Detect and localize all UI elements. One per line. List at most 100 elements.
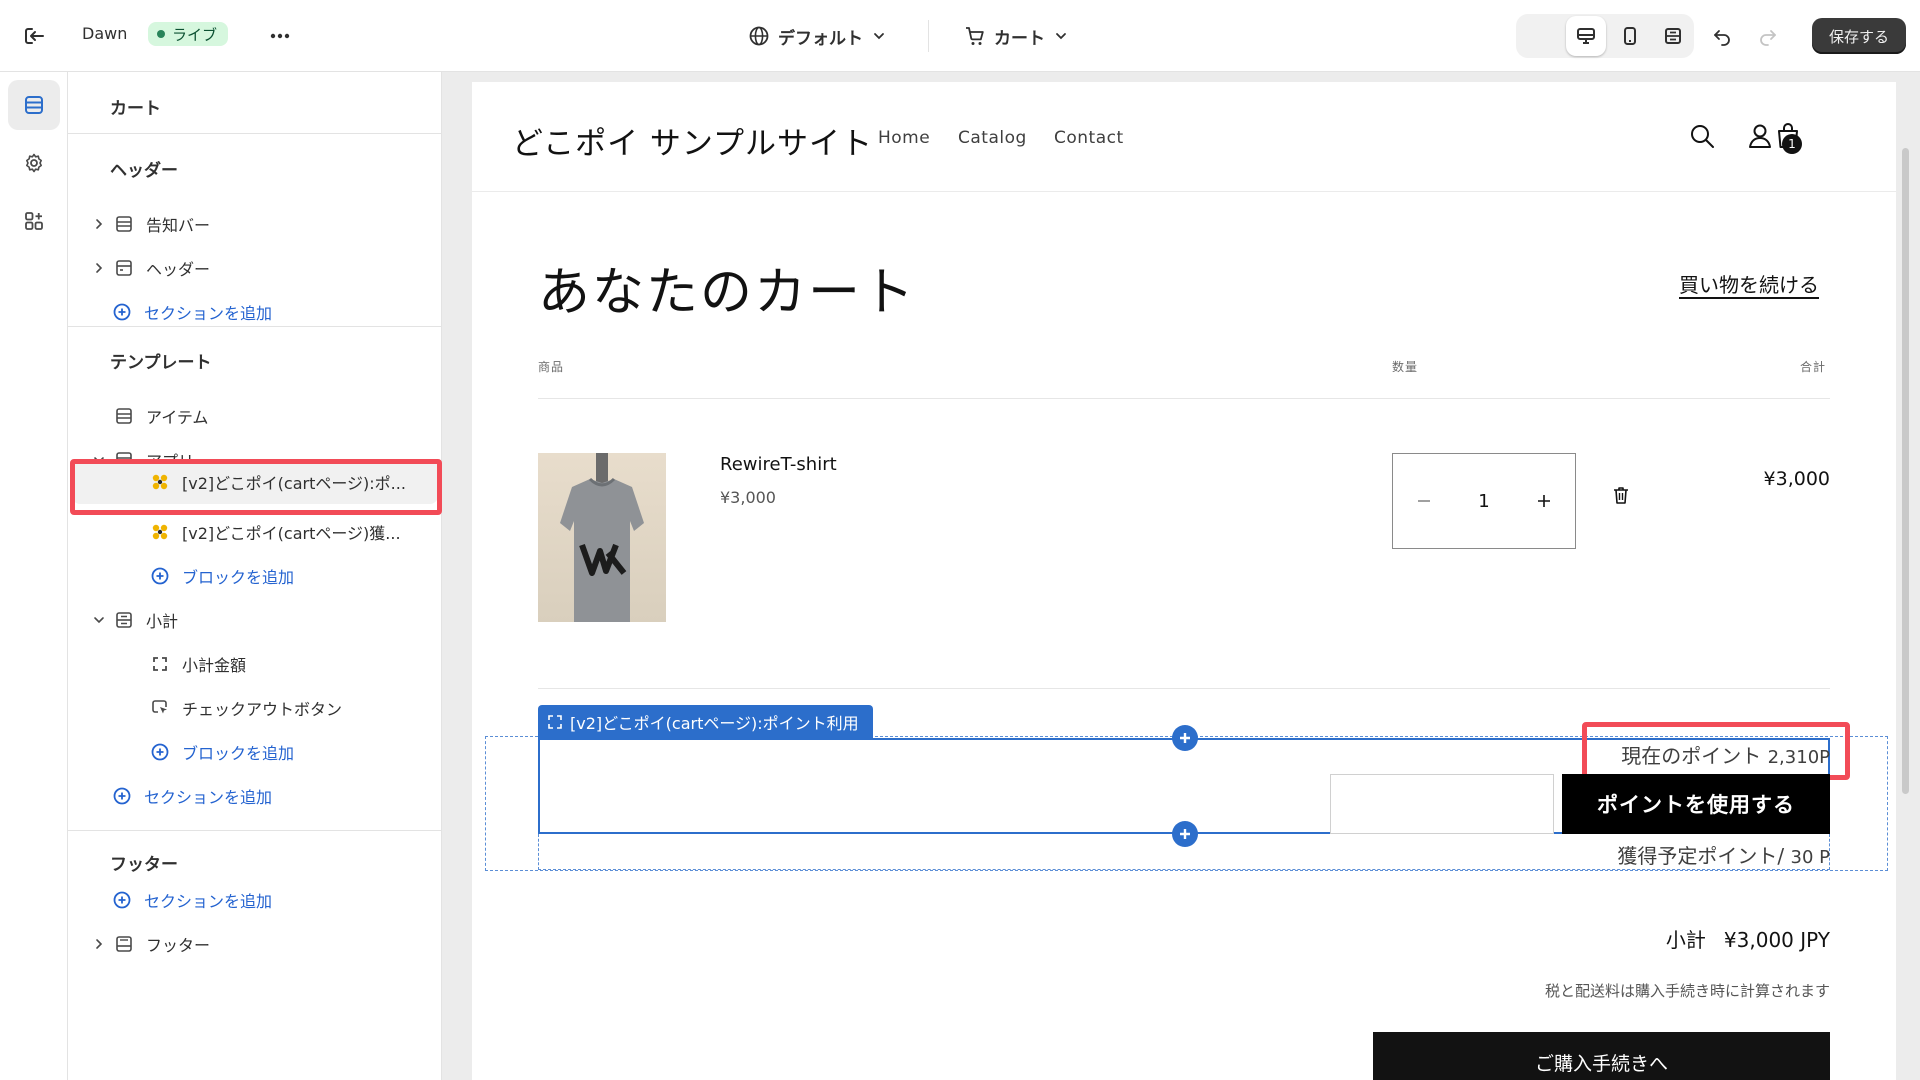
search-icon[interactable] — [1686, 120, 1718, 152]
section-icon — [116, 216, 132, 232]
table-divider — [538, 688, 1830, 689]
chevron-down-icon — [874, 33, 884, 40]
use-points-button[interactable]: ポイントを使用する — [1562, 774, 1830, 834]
continue-shopping-link[interactable]: 買い物を続ける — [1679, 269, 1819, 298]
sidebar-item-footer[interactable]: フッター — [92, 926, 210, 962]
plus-circle-icon — [113, 787, 131, 805]
subtotal-label: 小計 — [1665, 928, 1706, 952]
nav-link-catalog[interactable]: Catalog — [958, 128, 1027, 148]
store-preview: どこポイ サンプルサイト Home Catalog Contact 1 あなたの… — [472, 82, 1896, 1080]
plus-circle-icon — [113, 891, 131, 909]
trash-icon[interactable] — [1610, 484, 1632, 506]
topbar-divider — [928, 20, 929, 52]
store-header: どこポイ サンプルサイト Home Catalog Contact 1 — [472, 82, 1896, 192]
apps-icon[interactable] — [8, 196, 60, 246]
earned-points: 獲得予定ポイント/ 30 P — [1617, 844, 1830, 868]
checkout-button[interactable]: ご購入手続きへ — [1373, 1032, 1830, 1080]
fullscreen-icon[interactable] — [1653, 16, 1693, 56]
minus-icon[interactable] — [1417, 494, 1431, 508]
product-price: ¥3,000 — [720, 488, 776, 507]
template-group-title: テンプレート — [110, 353, 212, 373]
sidebar-divider — [68, 326, 442, 327]
app-block-icon — [152, 524, 168, 540]
add-block-apps[interactable]: ブロックを追加 — [150, 558, 294, 594]
subtotal: 小計 ¥3,000 JPY — [1472, 924, 1830, 953]
add-section-template[interactable]: セクションを追加 — [112, 778, 272, 814]
nav-link-contact[interactable]: Contact — [1054, 128, 1124, 148]
language-label: デフォルト — [778, 28, 863, 49]
subtotal-value: ¥3,000 JPY — [1723, 928, 1830, 952]
more-horizontal-icon[interactable] — [266, 22, 294, 50]
earned-points-value: 30 P — [1790, 847, 1830, 868]
chevron-down-icon — [94, 617, 104, 624]
nav-link-home[interactable]: Home — [878, 128, 930, 148]
live-badge: ライブ — [148, 22, 229, 46]
cart-count-badge: 1 — [1782, 134, 1802, 154]
quantity-stepper[interactable]: 1 — [1392, 453, 1576, 549]
store-logo[interactable]: どこポイ サンプルサイト — [512, 118, 873, 163]
footer-group-title: フッター — [110, 855, 178, 875]
table-divider — [538, 398, 1830, 399]
add-block-below-icon[interactable] — [1172, 821, 1198, 847]
chevron-right-icon — [96, 939, 103, 949]
page-title: あなたのカート — [538, 263, 917, 323]
quantity-value[interactable]: 1 — [1478, 491, 1489, 512]
plus-circle-icon — [113, 303, 131, 321]
cart-icon — [966, 27, 984, 45]
chevron-right-icon — [96, 219, 103, 229]
undo-icon[interactable] — [1702, 16, 1742, 56]
section-sidebar: カート ヘッダー 告知バー ヘッダー セクションを追加 テンプレート アイテム … — [68, 72, 442, 1080]
button-click-icon — [152, 700, 167, 714]
footer-section-icon — [116, 936, 132, 952]
chevron-right-icon — [96, 263, 103, 273]
add-block-subtotal[interactable]: ブロックを追加 — [150, 734, 294, 770]
header-group-title: ヘッダー — [110, 161, 178, 181]
product-name[interactable]: RewireT-shirt — [720, 454, 837, 475]
add-section-footer[interactable]: セクションを追加 — [112, 882, 272, 918]
mobile-view-icon[interactable] — [1610, 16, 1650, 56]
theme-settings-icon[interactable] — [8, 138, 60, 188]
plus-icon[interactable] — [1537, 494, 1551, 508]
column-header-product: 商品 — [538, 360, 565, 374]
redo-icon[interactable] — [1748, 16, 1788, 56]
editor-topbar: Dawn ライブ デフォルト カート 保存する — [0, 0, 1920, 72]
sidebar-item-announcement-bar[interactable]: 告知バー — [92, 206, 210, 242]
app-block-label: [v2]どこポイ(cartページ):ポイント利用 — [538, 705, 873, 739]
sidebar-item-subtotal[interactable]: 小計 — [92, 602, 178, 638]
exit-icon[interactable] — [20, 22, 48, 50]
add-section-header[interactable]: セクションを追加 — [112, 294, 272, 330]
chevron-down-icon — [1056, 33, 1066, 40]
language-selector[interactable]: デフォルト — [748, 20, 887, 52]
sidebar-item-header[interactable]: ヘッダー — [92, 250, 210, 286]
plus-circle-icon — [151, 743, 169, 761]
icon-rail — [0, 72, 68, 1080]
desktop-view-icon[interactable] — [1566, 16, 1606, 56]
sidebar-divider — [68, 830, 442, 831]
live-dot-icon — [157, 30, 165, 38]
sidebar-block-subtotal-amount[interactable]: 小計金額 — [150, 646, 246, 682]
highlight-box-sidebar — [70, 459, 442, 515]
sidebar-item-items[interactable]: アイテム — [114, 398, 208, 434]
sidebar-title: カート — [68, 72, 442, 134]
theme-name: Dawn — [82, 24, 128, 43]
globe-icon — [749, 26, 769, 46]
preview-scrollbar[interactable] — [1902, 148, 1909, 794]
header-section-icon — [116, 260, 132, 276]
sections-icon[interactable] — [8, 80, 60, 130]
block-frame-icon — [548, 715, 562, 729]
column-header-quantity: 数量 — [1392, 360, 1419, 374]
product-image[interactable] — [538, 453, 666, 622]
sidebar-block-checkout-button[interactable]: チェックアウトボタン — [150, 690, 342, 726]
subtotal-section-icon — [116, 612, 132, 628]
template-label: カート — [994, 28, 1045, 49]
plus-circle-icon — [151, 567, 169, 585]
points-input[interactable] — [1330, 774, 1554, 834]
template-selector[interactable]: カート — [964, 20, 1069, 52]
line-item-total: ¥3,000 — [1763, 468, 1830, 490]
add-block-above-icon[interactable] — [1172, 725, 1198, 751]
sidebar-app-block-points-earn[interactable]: [v2]どこポイ(cartページ)獲... — [150, 514, 430, 550]
block-frame-icon — [153, 657, 167, 671]
column-header-total: 合計 — [1800, 360, 1827, 374]
save-button[interactable]: 保存する — [1812, 18, 1906, 54]
tax-note: 税と配送料は購入手続き時に計算されます — [1544, 982, 1830, 1000]
